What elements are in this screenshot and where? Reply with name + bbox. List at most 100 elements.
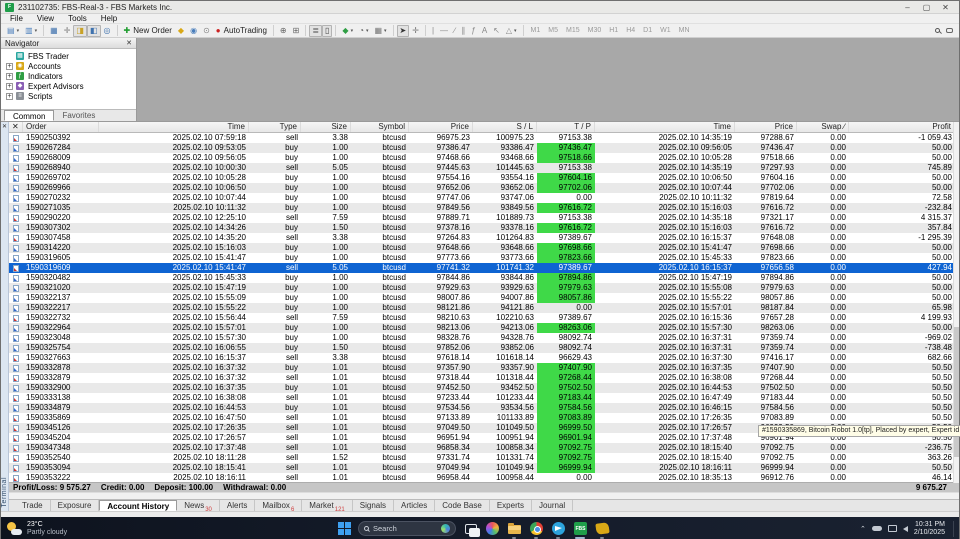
history-row[interactable]: 1590269966 2025.02.10 10:06:50 buy 1.00 btcu… bbox=[9, 183, 959, 193]
shapes-button[interactable]: △ ▾ bbox=[503, 25, 520, 37]
history-row[interactable]: 1590335869 2025.02.10 16:47:50 sell 1.01 btc… bbox=[9, 413, 959, 423]
community-button[interactable]: ⊙ bbox=[200, 25, 213, 37]
expand-plus-icon[interactable]: + bbox=[6, 72, 13, 80]
start-button[interactable] bbox=[338, 522, 351, 535]
history-row[interactable]: 1590325754 2025.02.10 16:06:55 buy 1.50 btcu… bbox=[9, 343, 959, 353]
history-row[interactable]: 1590327663 2025.02.10 16:15:37 sell 3.38 btc… bbox=[9, 353, 959, 363]
column-header-sl[interactable]: S / L bbox=[473, 122, 537, 132]
tab-code-base[interactable]: Code Base bbox=[435, 500, 490, 511]
tab-experts[interactable]: Experts bbox=[490, 500, 532, 511]
cursor-button[interactable]: ➤ bbox=[396, 24, 410, 37]
history-row[interactable]: 1590321020 2025.02.10 15:47:19 buy 1.00 btcu… bbox=[9, 283, 959, 293]
periods-button[interactable]: ◔ ▾ bbox=[356, 25, 371, 37]
volume-icon[interactable] bbox=[902, 525, 908, 532]
history-row[interactable]: 1590322964 2025.02.10 15:57:01 buy 1.00 btcu… bbox=[9, 323, 959, 333]
toolbar-search-button[interactable] bbox=[932, 25, 943, 37]
hidden-icons-chevron[interactable]: ⌃ bbox=[860, 525, 866, 533]
history-row[interactable]: 1590314220 2025.02.10 15:16:03 buy 1.00 btcu… bbox=[9, 243, 959, 253]
history-row[interactable]: 1590323048 2025.02.10 15:57:30 buy 1.00 btcu… bbox=[9, 333, 959, 343]
expand-plus-icon[interactable]: + bbox=[6, 62, 13, 70]
new-order-button[interactable]: ✚ New Order bbox=[121, 25, 175, 37]
autotrading-button[interactable]: ● AutoTrading bbox=[213, 25, 270, 37]
history-row[interactable]: 1590268009 2025.02.10 09:56:05 buy 1.00 btcu… bbox=[9, 153, 959, 163]
show-desktop-button[interactable] bbox=[953, 520, 955, 537]
history-row[interactable]: 1590347348 2025.02.10 17:37:48 sell 1.01 btc… bbox=[9, 443, 959, 453]
column-header-order[interactable]: Order bbox=[23, 122, 99, 132]
templates-button[interactable]: ▦ ▾ bbox=[371, 25, 389, 37]
tab-journal[interactable]: Journal bbox=[532, 500, 574, 511]
chrome-icon[interactable] bbox=[529, 521, 544, 539]
history-row[interactable]: 1590267284 2025.02.10 09:53:05 buy 1.00 btcu… bbox=[9, 143, 959, 153]
timeframe-mn-button[interactable]: MN bbox=[675, 25, 694, 37]
network-display-icon[interactable] bbox=[887, 525, 897, 532]
tab-account-history[interactable]: Account History bbox=[99, 500, 178, 511]
horizontal-line-button[interactable]: — bbox=[437, 25, 451, 37]
column-header-price[interactable]: Price bbox=[735, 122, 797, 132]
history-row[interactable]: 1590290220 2025.02.10 12:25:10 sell 7.59 btc… bbox=[9, 213, 959, 223]
trendline-button[interactable]: ∕ bbox=[451, 25, 458, 37]
market-watch-button[interactable]: ▦ bbox=[47, 25, 61, 37]
navigator-item-indicators[interactable]: + ƒ Indicators bbox=[1, 71, 136, 81]
history-row[interactable]: 1590319609 2025.02.10 15:41:47 sell 5.05 btc… bbox=[9, 263, 959, 273]
history-close-icon[interactable]: ✕ bbox=[9, 122, 23, 132]
vertical-line-button[interactable]: | bbox=[429, 25, 437, 37]
history-row[interactable]: 1590332879 2025.02.10 16:37:32 sell 1.01 btc… bbox=[9, 373, 959, 383]
history-row[interactable]: 1590322732 2025.02.10 15:56:44 sell 7.59 btc… bbox=[9, 313, 959, 323]
terminal-close-icon[interactable]: ✕ bbox=[2, 123, 7, 130]
history-row[interactable]: 1590322217 2025.02.10 15:55:22 buy 1.00 btcu… bbox=[9, 303, 959, 313]
metaeditor-button[interactable]: ◆ bbox=[175, 25, 187, 37]
column-header-size[interactable]: Size bbox=[301, 122, 351, 132]
channel-button[interactable]: ∥ bbox=[458, 25, 468, 37]
task-view-icon[interactable] bbox=[463, 521, 480, 537]
timeframe-h1-button[interactable]: H1 bbox=[605, 25, 622, 37]
history-row[interactable]: 1590270232 2025.02.10 10:07:44 buy 1.00 btcu… bbox=[9, 193, 959, 203]
horizontal-scrollbar[interactable] bbox=[9, 492, 959, 499]
expand-plus-icon[interactable]: + bbox=[6, 82, 13, 90]
onedrive-icon[interactable] bbox=[871, 526, 882, 531]
tab-articles[interactable]: Articles bbox=[394, 500, 436, 511]
column-header-price[interactable]: Price bbox=[409, 122, 473, 132]
column-header-time[interactable]: Time bbox=[99, 122, 249, 132]
tab-exposure[interactable]: Exposure bbox=[51, 500, 100, 511]
tab-news[interactable]: News30 bbox=[177, 500, 220, 513]
menu-item-file[interactable]: File bbox=[3, 14, 30, 23]
tab-trade[interactable]: Trade bbox=[15, 500, 51, 511]
scrollbar-thumb[interactable] bbox=[954, 327, 959, 457]
column-header-tp[interactable]: T / P bbox=[537, 122, 595, 132]
fbs-terminal-icon[interactable]: FBS bbox=[573, 521, 588, 539]
column-header-time[interactable]: Time bbox=[595, 122, 735, 132]
menu-item-view[interactable]: View bbox=[30, 14, 61, 23]
text-button[interactable]: A bbox=[479, 25, 490, 37]
timeframe-m5-button[interactable]: M5 bbox=[544, 25, 562, 37]
history-row[interactable]: 1590334879 2025.02.10 16:44:53 buy 1.01 btcu… bbox=[9, 403, 959, 413]
history-row[interactable]: 1590269702 2025.02.10 10:05:28 buy 1.00 btcu… bbox=[9, 173, 959, 183]
minimize-button[interactable]: – bbox=[898, 2, 917, 13]
expand-plus-icon[interactable]: + bbox=[6, 92, 13, 100]
close-button[interactable]: ✕ bbox=[936, 2, 955, 13]
history-row[interactable]: 1590319605 2025.02.10 15:41:47 buy 1.00 btcu… bbox=[9, 253, 959, 263]
tab-signals[interactable]: Signals bbox=[353, 500, 394, 511]
profiles-button[interactable]: ▥ ▾ bbox=[22, 25, 40, 37]
navigator-item-accounts[interactable]: + ◉ Accounts bbox=[1, 61, 136, 71]
history-row[interactable]: 1590307458 2025.02.10 14:35:20 sell 3.38 btc… bbox=[9, 233, 959, 243]
navigator-tab-favorites[interactable]: Favorites bbox=[54, 110, 103, 121]
timeframe-m1-button[interactable]: M1 bbox=[527, 25, 545, 37]
history-row[interactable]: 1590322137 2025.02.10 15:55:09 buy 1.00 btcu… bbox=[9, 293, 959, 303]
history-row[interactable]: 1590271035 2025.02.10 10:11:32 buy 1.00 btcu… bbox=[9, 203, 959, 213]
metatrader-icon[interactable] bbox=[595, 521, 610, 539]
candlestick-button[interactable]: ▯ bbox=[322, 24, 333, 37]
chat-button[interactable] bbox=[943, 25, 956, 37]
navigator-close-icon[interactable]: ✕ bbox=[126, 39, 132, 47]
menu-item-help[interactable]: Help bbox=[94, 14, 124, 23]
crosshair-button[interactable]: ✛ bbox=[409, 25, 422, 37]
history-row[interactable]: 1590353094 2025.02.10 18:15:41 sell 1.01 btc… bbox=[9, 463, 959, 473]
metaquotes-button[interactable]: ◉ bbox=[187, 25, 200, 37]
arrows-button[interactable]: ↖ bbox=[490, 25, 503, 37]
timeframe-m15-button[interactable]: M15 bbox=[562, 25, 584, 37]
navigator-item-scripts[interactable]: + ≡ Scripts bbox=[1, 91, 136, 101]
data-window-button[interactable]: ✛ bbox=[61, 25, 74, 37]
history-row[interactable]: 1590320482 2025.02.10 15:45:33 buy 1.00 btcu… bbox=[9, 273, 959, 283]
maximize-button[interactable]: ▢ bbox=[917, 2, 936, 13]
navigator-item-fbs-trader[interactable]: ▦ FBS Trader bbox=[1, 51, 136, 61]
timeframe-m30-button[interactable]: M30 bbox=[584, 25, 606, 37]
